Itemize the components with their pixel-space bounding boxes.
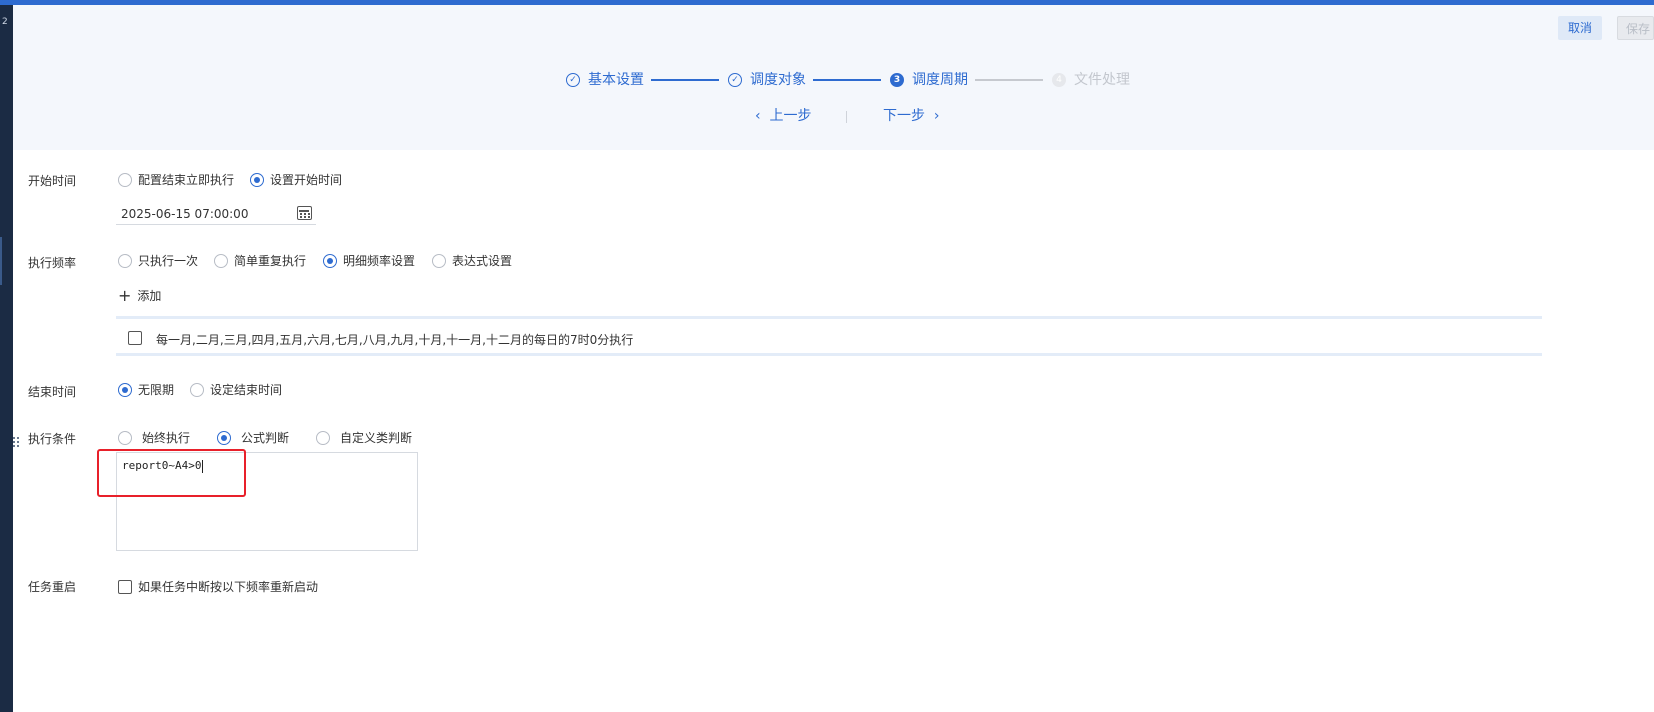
- radio-set-start-time[interactable]: 设置开始时间: [250, 171, 342, 188]
- radio-circle: [217, 430, 231, 445]
- radio-set-end-time[interactable]: 设定结束时间: [190, 381, 282, 398]
- restart-checkbox-option[interactable]: 如果任务中断按以下频率重新启动: [118, 578, 318, 595]
- radio-label: 明细频率设置: [343, 254, 416, 268]
- restart-checkbox[interactable]: [118, 579, 132, 594]
- frequency-rule-row: 每一月,二月,三月,四月,五月,六月,七月,八月,九月,十月,十一月,十二月的每…: [116, 316, 1542, 356]
- restart-label: 任务重启: [28, 580, 77, 594]
- radio-expression[interactable]: 表达式设置: [432, 252, 512, 269]
- radio-label: 简单重复执行: [234, 254, 307, 268]
- rule-text: 每一月,二月,三月,四月,五月,六月,七月,八月,九月,十月,十一月,十二月的每…: [156, 333, 634, 347]
- radio-circle: [118, 382, 132, 397]
- step-label: 调度周期: [912, 72, 968, 88]
- radio-custom-class[interactable]: 自定义类判断: [316, 429, 412, 446]
- radio-label: 始终执行: [142, 431, 191, 445]
- step-connector: [975, 79, 1043, 81]
- radio-run-once[interactable]: 只执行一次: [118, 252, 198, 269]
- radio-circle: [118, 430, 132, 445]
- radio-label: 公式判断: [241, 431, 290, 445]
- radio-circle: [323, 253, 337, 268]
- step-schedule-period[interactable]: 3 调度周期: [890, 70, 968, 90]
- radio-no-end[interactable]: 无限期: [118, 381, 174, 398]
- radio-label: 无限期: [138, 383, 175, 397]
- rule-checkbox[interactable]: [128, 331, 142, 345]
- calendar-icon[interactable]: [297, 206, 312, 220]
- restart-checkbox-label: 如果任务中断按以下频率重新启动: [138, 580, 319, 594]
- start-datetime-field[interactable]: 2025-06-15 07:00:00: [116, 203, 316, 225]
- radio-circle: [118, 172, 132, 187]
- check-circle-icon: ✓: [566, 73, 580, 87]
- check-circle-icon: ✓: [728, 73, 742, 87]
- save-button[interactable]: 保存: [1617, 16, 1654, 40]
- end-time-label: 结束时间: [28, 385, 77, 399]
- left-sidebar-strip: 2: [0, 5, 13, 712]
- radio-label: 自定义类判断: [340, 431, 413, 445]
- step-number-icon: 4: [1052, 73, 1066, 87]
- step-label: 文件处理: [1074, 72, 1130, 88]
- radio-detailed-frequency[interactable]: 明细频率设置: [323, 252, 415, 269]
- radio-circle: [250, 172, 264, 187]
- radio-simple-repeat[interactable]: 简单重复执行: [214, 252, 306, 269]
- radio-circle: [118, 253, 132, 268]
- add-rule-button[interactable]: + 添加: [118, 287, 161, 304]
- start-datetime-value: 2025-06-15 07:00:00: [121, 207, 249, 221]
- chevron-right-icon: ›: [933, 108, 940, 124]
- radio-formula[interactable]: 公式判断: [217, 429, 289, 446]
- step-number-icon: 3: [890, 73, 904, 87]
- next-step-button[interactable]: 下一步 ›: [883, 106, 940, 126]
- cancel-button[interactable]: 取消: [1558, 16, 1602, 40]
- red-highlight-box: [97, 449, 246, 497]
- radio-circle: [432, 253, 446, 268]
- radio-label: 表达式设置: [452, 254, 513, 268]
- radio-circle: [316, 430, 330, 445]
- step-connector: [813, 79, 881, 81]
- nav-divider: [846, 111, 847, 123]
- prev-step-label: 上一步: [769, 108, 812, 124]
- chevron-left-icon: ‹: [755, 108, 761, 124]
- next-step-label: 下一步: [883, 108, 925, 124]
- step-schedule-object[interactable]: ✓ 调度对象: [728, 70, 806, 90]
- radio-circle: [214, 253, 228, 268]
- radio-always-run[interactable]: 始终执行: [118, 429, 190, 446]
- sidebar-indicator: [0, 237, 2, 285]
- step-connector: [651, 79, 719, 81]
- sidebar-mark-icon: 2: [2, 17, 8, 27]
- frequency-label: 执行频率: [28, 256, 77, 270]
- start-time-label: 开始时间: [28, 174, 77, 188]
- prev-step-button[interactable]: ‹ 上一步: [755, 106, 812, 126]
- drag-handle-icon[interactable]: [13, 437, 21, 449]
- radio-label: 设定结束时间: [210, 383, 283, 397]
- radio-label: 配置结束立即执行: [138, 173, 235, 187]
- plus-icon: +: [118, 285, 132, 305]
- radio-label: 只执行一次: [138, 254, 199, 268]
- step-basic-settings[interactable]: ✓ 基本设置: [566, 70, 644, 90]
- step-label: 基本设置: [588, 72, 644, 88]
- add-rule-label: 添加: [137, 289, 162, 303]
- step-file-processing[interactable]: 4 文件处理: [1052, 70, 1130, 90]
- condition-label: 执行条件: [28, 432, 77, 446]
- step-label: 调度对象: [750, 72, 806, 88]
- radio-run-immediately[interactable]: 配置结束立即执行: [118, 171, 234, 188]
- radio-label: 设置开始时间: [270, 173, 343, 187]
- radio-circle: [190, 382, 204, 397]
